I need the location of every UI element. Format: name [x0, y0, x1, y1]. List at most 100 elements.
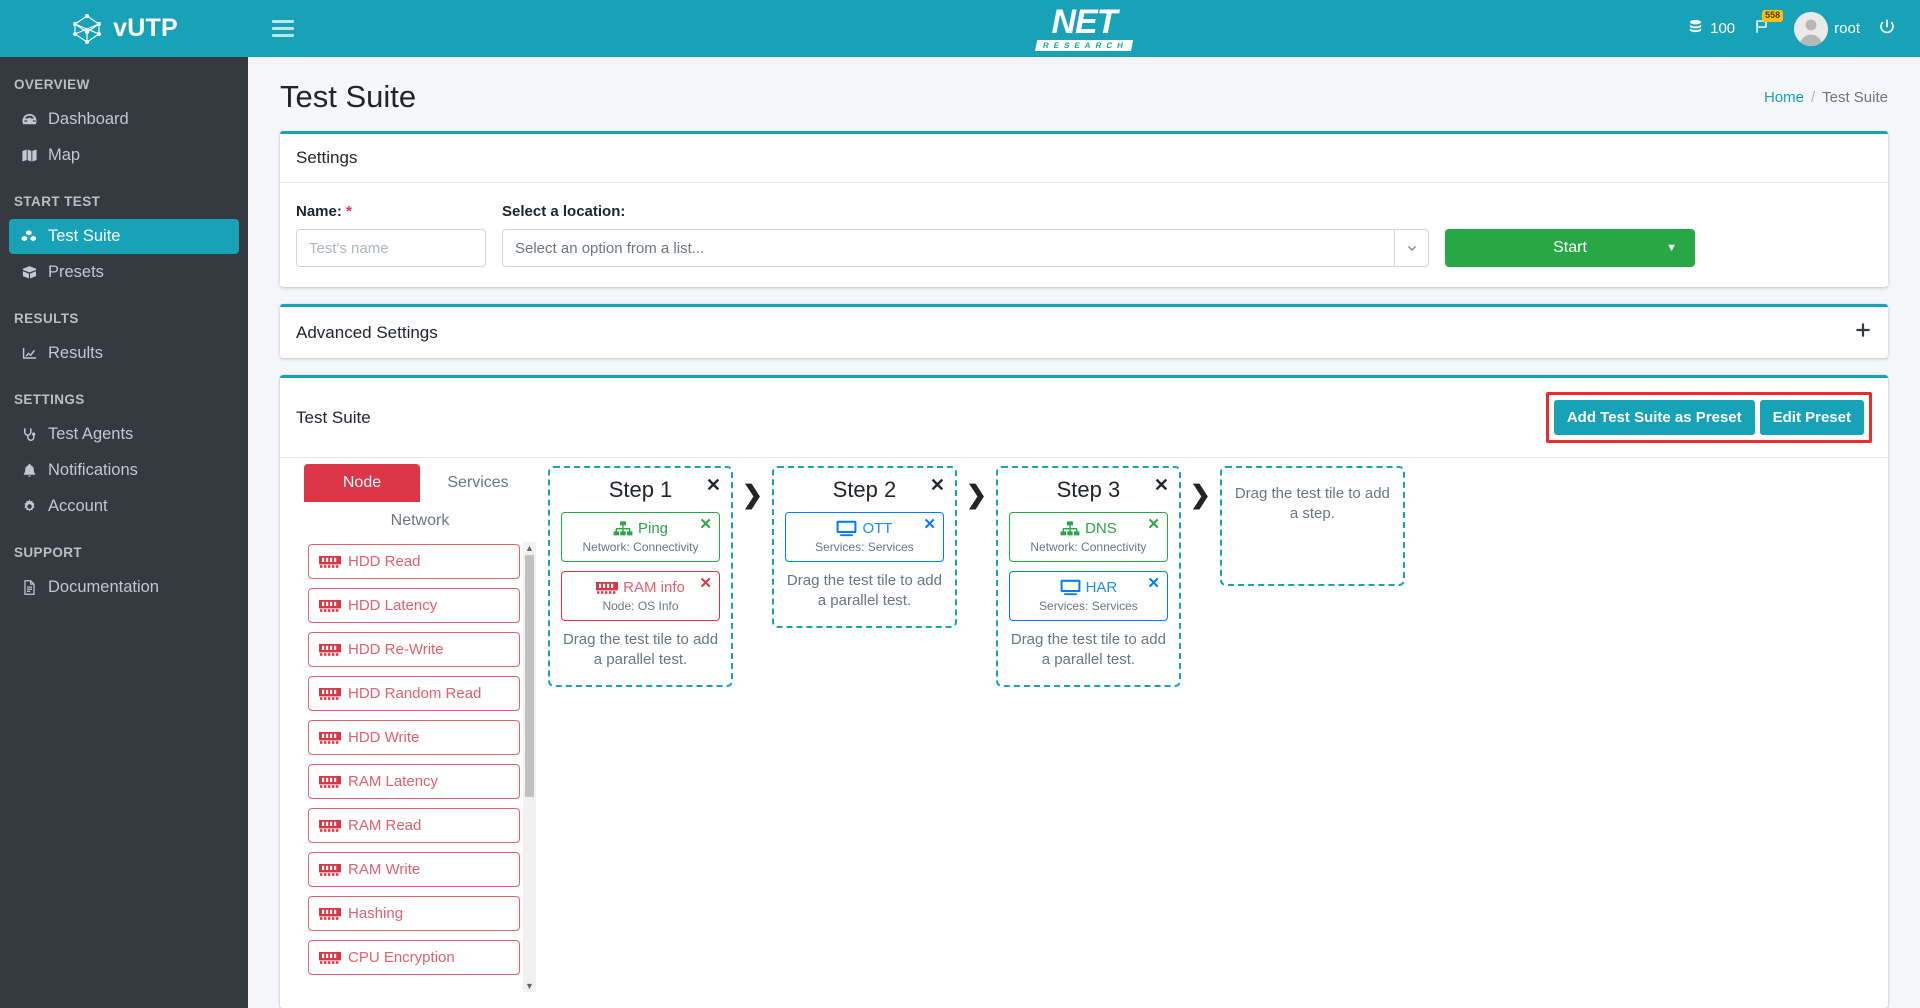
- step-drop-hint: Drag the test tile to add a parallel tes…: [562, 631, 719, 669]
- breadcrumb: Home / Test Suite: [1764, 89, 1888, 106]
- start-button[interactable]: Start ▼: [1445, 229, 1695, 267]
- breadcrumb-home-link[interactable]: Home: [1764, 89, 1804, 106]
- test-tile-label: HDD Re-Write: [348, 641, 444, 658]
- test-tile-list[interactable]: HDD Read HDD Latency HDD Re-Write HDD Ra…: [304, 542, 536, 992]
- close-icon[interactable]: ✕: [1147, 517, 1160, 532]
- memory-stick-icon: [319, 555, 341, 569]
- test-tile-panel: Node Services Network HDD Read HDD Laten…: [304, 464, 536, 992]
- cubes-icon: [19, 228, 39, 245]
- step-title: Step 2: [832, 477, 897, 502]
- power-off-button[interactable]: [1878, 18, 1896, 40]
- test-tile[interactable]: HDD Re-Write: [308, 632, 520, 667]
- location-select[interactable]: Select an option from a list...: [502, 229, 1429, 267]
- test-tile-label: HDD Latency: [348, 597, 438, 614]
- test-tile[interactable]: HDD Latency: [308, 588, 520, 623]
- add-test-suite-as-preset-button[interactable]: Add Test Suite as Preset: [1553, 400, 1755, 435]
- credits-indicator[interactable]: 100: [1687, 18, 1735, 39]
- sidebar-item-account[interactable]: Account: [9, 489, 239, 524]
- box-icon: [19, 264, 39, 281]
- close-icon[interactable]: ✕: [1154, 476, 1169, 494]
- main-content: Settings Name: * Select a location:: [248, 131, 1920, 1008]
- scrollbar-thumb[interactable]: [525, 555, 534, 797]
- step-test-tile[interactable]: ✕: [1008, 571, 1168, 621]
- net-research-logo: NET RESEARCH: [1034, 3, 1134, 51]
- sidebar-item-results[interactable]: Results: [9, 336, 239, 371]
- tab-network[interactable]: Network: [304, 502, 536, 540]
- close-icon[interactable]: ✕: [1147, 576, 1160, 591]
- step-test-tile[interactable]: ✕: [561, 571, 720, 621]
- step-test-tile[interactable]: ✕: [1008, 512, 1168, 562]
- test-tile-label: CPU Encryption: [348, 949, 455, 966]
- sidebar-item-dashboard[interactable]: Dashboard: [9, 102, 239, 137]
- step-card[interactable]: ✕ Step 2 ✕ OTT Services: Services Drag t…: [771, 466, 957, 628]
- step-card[interactable]: ✕ Step 1 ✕ Ping Network: Connectivity ✕ …: [548, 466, 733, 687]
- user-avatar-icon: [1794, 11, 1829, 46]
- memory-stick-icon: [596, 581, 619, 595]
- caret-up-icon[interactable]: ▲: [525, 542, 534, 554]
- add-step-dropzone[interactable]: Drag the test tile to add a step.: [1219, 466, 1405, 586]
- test-tile[interactable]: RAM Read: [308, 808, 520, 843]
- close-icon[interactable]: ✕: [706, 476, 721, 494]
- sidebar-item-presets[interactable]: Presets: [9, 255, 239, 290]
- hamburger-menu-icon[interactable]: [272, 20, 294, 37]
- sidebar-item-notifications[interactable]: Notifications: [9, 453, 239, 488]
- tab-services[interactable]: Services: [420, 464, 536, 502]
- sidebar: vUTP OVERVIEW Dashboard Map START TEST T…: [0, 0, 248, 1008]
- test-suite-card: Test Suite Add Test Suite as Preset Edit…: [280, 375, 1888, 1008]
- monitor-icon: [836, 520, 857, 537]
- steps-area: ✕ Step 1 ✕ Ping Network: Connectivity ✕ …: [536, 464, 1405, 992]
- memory-stick-icon: [319, 643, 341, 657]
- sidebar-item-documentation[interactable]: Documentation: [9, 570, 239, 605]
- breadcrumb-current: Test Suite: [1822, 88, 1888, 106]
- close-icon[interactable]: ✕: [930, 476, 945, 494]
- sidebar-item-test-suite[interactable]: Test Suite: [9, 219, 239, 254]
- test-tile[interactable]: HDD Random Read: [308, 676, 520, 711]
- step-test-head: DNS: [1018, 520, 1159, 537]
- monitor-icon: [1060, 579, 1081, 596]
- step-card[interactable]: ✕ Step 3 ✕ DNS Network: Connectivity ✕ H…: [995, 466, 1181, 687]
- test-tile[interactable]: RAM Write: [308, 852, 520, 887]
- sitemap-icon: [613, 521, 633, 536]
- test-tile[interactable]: HDD Read: [308, 544, 520, 579]
- close-icon[interactable]: ✕: [699, 517, 712, 532]
- settings-card-title: Settings: [296, 148, 358, 167]
- start-button-group: Start ▼: [1445, 229, 1695, 267]
- step-test-tile[interactable]: ✕: [784, 512, 944, 562]
- tab-node[interactable]: Node: [304, 464, 420, 502]
- test-tile[interactable]: CPU Encryption: [308, 940, 520, 975]
- sitemap-icon: [1060, 521, 1080, 536]
- close-icon[interactable]: ✕: [699, 576, 712, 591]
- step-test-name: Ping: [637, 520, 669, 537]
- caret-down-icon[interactable]: ▼: [1666, 242, 1677, 254]
- tile-list-scrollbar[interactable]: ▲ ▼: [523, 542, 536, 992]
- brand-logo[interactable]: vUTP: [0, 0, 248, 57]
- test-tile[interactable]: HDD Write: [308, 720, 520, 755]
- step-title: Step 3: [1056, 477, 1121, 502]
- sidebar-item-map[interactable]: Map: [9, 138, 239, 173]
- edit-preset-button[interactable]: Edit Preset: [1759, 400, 1864, 435]
- test-tile-label: RAM Latency: [348, 773, 439, 790]
- brand-name: vUTP: [113, 14, 178, 42]
- settings-card: Settings Name: * Select a location:: [280, 131, 1888, 287]
- logo-main-text: NET: [1051, 3, 1118, 42]
- memory-stick-icon: [319, 863, 341, 877]
- advanced-settings-header[interactable]: Advanced Settings: [280, 307, 1888, 358]
- advanced-settings-card[interactable]: Advanced Settings: [280, 304, 1888, 358]
- user-menu[interactable]: root: [1794, 11, 1860, 46]
- test-tile[interactable]: Hashing: [308, 896, 520, 931]
- step-wrap: ✕ Step 2 ✕ OTT Services: Services Drag t…: [771, 466, 996, 628]
- sidebar-item-test-agents[interactable]: Test Agents: [9, 417, 239, 452]
- test-suite-body: Node Services Network HDD Read HDD Laten…: [280, 457, 1888, 1008]
- test-tile[interactable]: RAM Latency: [308, 764, 520, 799]
- step-test-tile[interactable]: ✕: [561, 512, 720, 562]
- step-placeholder-wrap: Drag the test tile to add a step.: [1219, 466, 1405, 586]
- sidebar-nav: OVERVIEW Dashboard Map START TEST Test S…: [0, 57, 248, 606]
- suite-builder: Node Services Network HDD Read HDD Laten…: [296, 464, 1872, 1000]
- test-name-input[interactable]: [296, 229, 486, 267]
- flag-notifications[interactable]: 558: [1753, 10, 1784, 39]
- close-icon[interactable]: ✕: [923, 517, 936, 532]
- step-test-name: DNS: [1085, 520, 1117, 537]
- caret-down-icon[interactable]: ▼: [525, 980, 534, 992]
- chevron-down-icon[interactable]: [1394, 230, 1428, 266]
- plus-icon[interactable]: [1854, 321, 1872, 344]
